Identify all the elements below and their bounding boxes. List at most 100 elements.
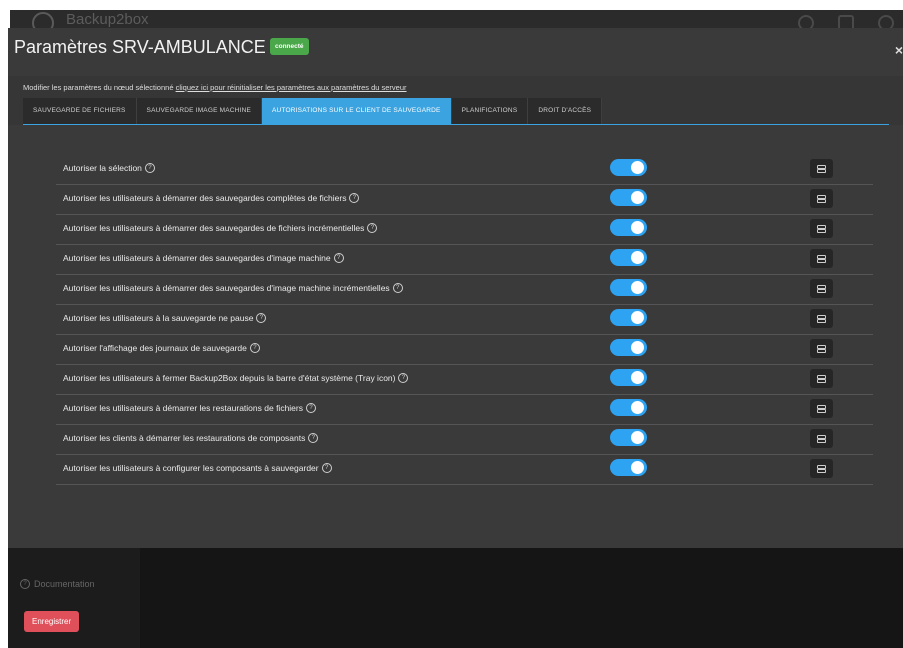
modal-header: Paramètres SRV-AMBULANCE connecté × [8,28,903,76]
permission-label: Autoriser les utilisateurs à démarrer le… [63,403,316,413]
tab-schedules[interactable]: PLANIFICATIONS [451,98,529,124]
server-settings-button[interactable] [810,189,833,208]
toggle-knob [631,311,644,324]
permission-label-text: Autoriser les utilisateurs à démarrer de… [63,223,365,233]
permission-label-text: Autoriser les utilisateurs à démarrer de… [63,283,390,293]
permission-label-text: Autoriser la sélection [63,163,142,173]
tab-bar: SAUVEGARDE DE FICHIERS SAUVEGARDE IMAGE … [23,98,603,124]
documentation-link[interactable]: ? Documentation [20,579,95,589]
status-badge: connecté [270,38,309,55]
permission-label: Autoriser les utilisateurs à configurer … [63,463,332,473]
permission-row: Autoriser les utilisateurs à fermer Back… [56,364,873,395]
permission-toggle[interactable] [610,369,647,386]
permission-toggle[interactable] [610,279,647,296]
server-icon [817,164,826,173]
help-circle-icon[interactable]: ? [398,373,409,383]
backdrop: ? Documentation [8,548,903,648]
settings-modal: Paramètres SRV-AMBULANCE connecté × Modi… [8,28,903,632]
sidebar: ? Documentation [8,548,140,648]
server-settings-button[interactable] [810,219,833,238]
permission-label: Autoriser les utilisateurs à démarrer de… [63,253,344,263]
modal-title: Paramètres SRV-AMBULANCE [14,37,266,57]
help-circle-icon[interactable]: ? [321,463,332,473]
server-icon [817,344,826,353]
tab-file-backup[interactable]: SAUVEGARDE DE FICHIERS [23,98,137,124]
server-icon [817,374,826,383]
server-settings-button[interactable] [810,279,833,298]
tab-client-permissions[interactable]: AUTORISATIONS SUR LE CLIENT DE SAUVEGARD… [262,98,452,124]
permission-label-text: Autoriser l'affichage des journaux de sa… [63,343,247,353]
permission-row: Autoriser les utilisateurs à démarrer de… [56,184,873,215]
server-settings-button[interactable] [810,249,833,268]
permission-toggle[interactable] [610,459,647,476]
server-settings-button[interactable] [810,459,833,478]
server-icon [817,314,826,323]
permission-label-text: Autoriser les utilisateurs à la sauvegar… [63,313,254,323]
server-icon [817,194,826,203]
server-settings-button[interactable] [810,339,833,358]
server-icon [817,254,826,263]
permission-row: Autoriser les utilisateurs à démarrer de… [56,244,873,275]
server-icon [817,224,826,233]
help-circle-icon[interactable]: ? [144,163,155,173]
server-settings-button[interactable] [810,369,833,388]
server-settings-button[interactable] [810,429,833,448]
permission-label: Autoriser les utilisateurs à la sauvegar… [63,313,267,323]
server-icon [817,284,826,293]
help-circle-icon[interactable]: ? [333,253,344,263]
permission-toggle[interactable] [610,309,647,326]
permission-label: Autoriser les clients à démarrer les res… [63,433,319,443]
toggle-knob [631,371,644,384]
permission-label-text: Autoriser les utilisateurs à démarrer de… [63,253,331,263]
permission-row: Autoriser les utilisateurs à configurer … [56,454,873,485]
permission-label: Autoriser les utilisateurs à fermer Back… [63,373,409,383]
permission-label-text: Autoriser les clients à démarrer les res… [63,433,306,443]
help-circle-icon[interactable]: ? [392,283,403,293]
permission-label-text: Autoriser les utilisateurs à démarrer le… [63,403,303,413]
server-settings-button[interactable] [810,159,833,178]
permission-row: Autoriser les utilisateurs à démarrer de… [56,214,873,245]
toggle-knob [631,461,644,474]
permission-toggle[interactable] [610,219,647,236]
permission-toggle[interactable] [610,429,647,446]
subtitle-text: Modifier les paramètres du nœud sélectio… [23,83,176,92]
permission-row: Autoriser les clients à démarrer les res… [56,424,873,455]
help-circle-icon[interactable]: ? [306,403,316,413]
help-circle-icon[interactable]: ? [349,193,360,203]
permission-row: Autoriser les utilisateurs à la sauvegar… [56,304,873,335]
server-icon [817,404,826,413]
tab-machine-image-backup[interactable]: SAUVEGARDE IMAGE MACHINE [136,98,263,124]
permission-toggle[interactable] [610,339,647,356]
server-settings-button[interactable] [810,309,833,328]
modal-subtitle: Modifier les paramètres du nœud sélectio… [23,83,407,92]
permission-toggle[interactable] [610,399,647,416]
help-circle-icon[interactable]: ? [367,223,378,233]
tab-access-rights[interactable]: DROIT D'ACCÈS [528,98,603,124]
server-icon [817,464,826,473]
toggle-knob [631,221,644,234]
permission-row: Autoriser les utilisateurs à démarrer le… [56,394,873,425]
permission-label-text: Autoriser les utilisateurs à configurer … [63,463,319,473]
server-settings-button[interactable] [810,399,833,418]
toggle-knob [631,191,644,204]
permission-toggle[interactable] [610,159,647,176]
permission-row: Autoriser l'affichage des journaux de sa… [56,334,873,365]
permission-label-text: Autoriser les utilisateurs à fermer Back… [63,373,396,383]
permission-row: Autoriser les utilisateurs à démarrer de… [56,274,873,305]
app-bar: Backup2box [10,10,903,30]
permission-toggle[interactable] [610,189,647,206]
toggle-knob [631,401,644,414]
permission-label: Autoriser les utilisateurs à démarrer de… [63,223,378,233]
reset-settings-link[interactable]: cliquez ici pour réinitialiser les param… [176,83,407,92]
help-circle-icon[interactable]: ? [256,313,267,323]
permission-label: Autoriser la sélection? [63,163,155,173]
permission-toggle[interactable] [610,249,647,266]
toggle-knob [631,251,644,264]
close-icon[interactable]: × [895,42,903,58]
permission-label: Autoriser les utilisateurs à démarrer de… [63,283,403,293]
help-circle-icon[interactable]: ? [308,433,319,443]
save-button[interactable]: Enregistrer [24,611,80,632]
permissions-panel: Autoriser la sélection? Autoriser les uti… [8,125,903,632]
help-circle-icon[interactable]: ? [249,343,260,353]
permission-label-text: Autoriser les utilisateurs à démarrer de… [63,193,347,203]
